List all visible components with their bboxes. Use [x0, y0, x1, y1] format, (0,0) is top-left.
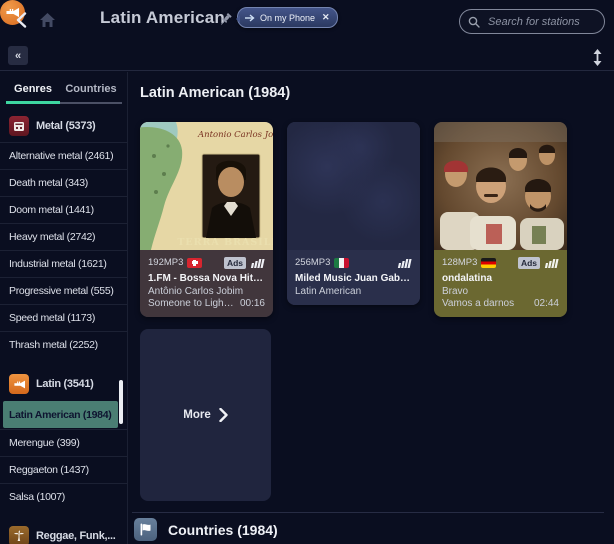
- sidebar: Genres Countries Metal (5373) Alternativ…: [0, 72, 127, 544]
- sidebar-item-alternative-metal[interactable]: Alternative metal (2461): [0, 142, 127, 169]
- main-content: Latin American (1984) Antonio Carlos Job…: [128, 72, 614, 544]
- sidebar-item-reggae-funk[interactable]: Reggae, Funk,...: [0, 520, 127, 544]
- page-title: Latin American: [100, 8, 225, 28]
- latin-genre-icon: [9, 374, 29, 394]
- sidebar-item-progressive-metal[interactable]: Progressive metal (555): [0, 277, 127, 304]
- sidebar-item-latin[interactable]: Latin (3541): [0, 368, 127, 400]
- bitrate-label: 192MP3: [148, 257, 183, 268]
- sidebar-item-death-metal[interactable]: Death metal (343): [0, 169, 127, 196]
- flag-mexico-icon: [334, 258, 349, 268]
- station-artist: Antônio Carlos Jobim: [148, 286, 265, 297]
- search-input[interactable]: [486, 15, 596, 29]
- arrow-right-icon: [244, 14, 255, 22]
- countries-flag-icon: [134, 518, 157, 541]
- collapse-sidebar-button[interactable]: «: [8, 46, 28, 65]
- signal-bars-icon: [250, 258, 265, 268]
- bitrate-label: 256MP3: [295, 257, 330, 268]
- genre-list: Metal (5373) Alternative metal (2461) De…: [0, 110, 127, 544]
- now-playing-song: Vamos a darnos: [442, 298, 514, 309]
- pushpin-icon: [218, 12, 233, 27]
- close-icon[interactable]: ✕: [322, 12, 330, 23]
- more-label: More: [183, 409, 210, 421]
- scroll-updown-icon[interactable]: [589, 47, 605, 67]
- sidebar-item-label: Reggae, Funk,...: [36, 530, 116, 542]
- signal-bars-icon: [397, 258, 412, 268]
- station-info: 192MP3 Ads 1.FM - Bossa Nova Hits Radio …: [140, 250, 273, 317]
- sidebar-item-latin-american[interactable]: Latin American (1984): [3, 401, 118, 428]
- band-photo: [434, 122, 567, 250]
- station-title: ondalatina: [442, 273, 559, 284]
- station-title: Miled Music Juan Gabriel: [295, 273, 412, 284]
- station-card-1fm-bossa-nova[interactable]: Antonio Carlos Jobim TERRA BRASILIS 192M…: [140, 122, 273, 317]
- album-title: TERRA BRASILIS: [177, 237, 273, 248]
- ads-badge: Ads: [518, 257, 540, 269]
- sidebar-item-label: Latin (3541): [36, 378, 94, 390]
- album-art-placeholder: [287, 122, 420, 250]
- chevron-right-icon: [219, 408, 228, 422]
- sidebar-item-industrial-metal[interactable]: Industrial metal (1621): [0, 250, 127, 277]
- ads-badge: Ads: [224, 257, 246, 269]
- on-my-phone-tag[interactable]: On my Phone ✕: [237, 7, 338, 28]
- home-icon: [39, 12, 56, 28]
- sidebar-item-salsa[interactable]: Salsa (1007): [0, 483, 127, 510]
- countries-heading: Countries (1984): [168, 522, 278, 538]
- on-my-phone-label: On my Phone: [260, 13, 315, 23]
- sidebar-scrollbar-thumb[interactable]: [119, 380, 123, 424]
- more-button[interactable]: More: [140, 329, 271, 501]
- home-button[interactable]: [37, 10, 57, 30]
- elapsed-time: 00:16: [240, 298, 265, 309]
- now-playing-song: Someone to Light Up My L...: [148, 298, 236, 309]
- station-genre: Latin American: [295, 286, 412, 297]
- signal-bars-icon: [544, 258, 559, 268]
- radio-app-window: Latin American On my Phone ✕ «: [0, 0, 614, 544]
- metal-genre-icon: [9, 116, 29, 136]
- station-card-ondalatina[interactable]: 128MP3 Ads ondalatina Bravo Vamos a darn…: [434, 122, 567, 317]
- album-artist-script: Antonio Carlos Jobim: [197, 130, 273, 140]
- station-title: 1.FM - Bossa Nova Hits Radio: [148, 273, 265, 284]
- sidebar-item-speed-metal[interactable]: Speed metal (1173): [0, 304, 127, 331]
- station-cards: Antonio Carlos Jobim TERRA BRASILIS 192M…: [140, 122, 567, 317]
- sidebar-item-merengue[interactable]: Merengue (399): [0, 429, 127, 456]
- sidebar-item-label: Metal (5373): [36, 120, 95, 132]
- tab-countries[interactable]: Countries: [60, 78, 122, 104]
- album-art: Antonio Carlos Jobim TERRA BRASILIS: [140, 122, 273, 250]
- station-search[interactable]: [459, 9, 605, 34]
- elapsed-time: 02:44: [534, 298, 559, 309]
- station-artist: Bravo: [442, 286, 559, 297]
- station-card-miled-music[interactable]: 256MP3 Miled Music Juan Gabriel Latin Am…: [287, 122, 420, 305]
- bitrate-label: 128MP3: [442, 257, 477, 268]
- station-info: 256MP3 Miled Music Juan Gabriel Latin Am…: [287, 250, 420, 305]
- flag-germany-icon: [481, 258, 496, 268]
- chevron-left-icon: [16, 12, 27, 28]
- divider: [0, 70, 614, 71]
- flag-switzerland-icon: [187, 258, 202, 268]
- palm-tree-icon: [9, 526, 29, 544]
- station-info: 128MP3 Ads ondalatina Bravo Vamos a darn…: [434, 250, 567, 317]
- search-icon: [468, 16, 480, 28]
- tab-genres[interactable]: Genres: [6, 78, 60, 104]
- divider: [132, 512, 604, 513]
- sidebar-item-heavy-metal[interactable]: Heavy metal (2742): [0, 223, 127, 250]
- section-heading: Latin American (1984): [140, 85, 290, 101]
- sidebar-item-thrash-metal[interactable]: Thrash metal (2252): [0, 331, 127, 358]
- sidebar-item-reggaeton[interactable]: Reggaeton (1437): [0, 456, 127, 483]
- back-button[interactable]: [10, 9, 32, 31]
- sidebar-item-doom-metal[interactable]: Doom metal (1441): [0, 196, 127, 223]
- sidebar-item-metal[interactable]: Metal (5373): [0, 110, 127, 142]
- sidebar-tabs: Genres Countries: [0, 72, 127, 104]
- countries-section-header[interactable]: Countries (1984): [134, 518, 278, 541]
